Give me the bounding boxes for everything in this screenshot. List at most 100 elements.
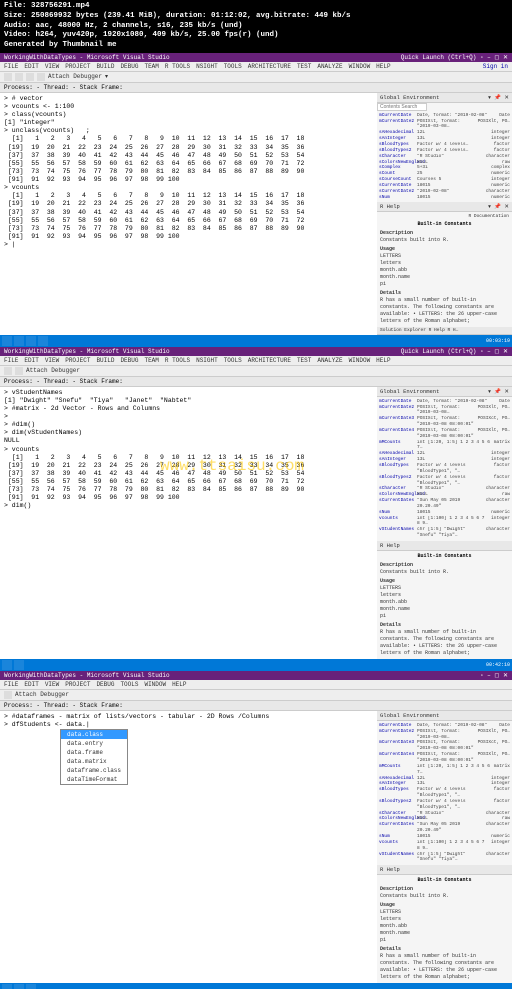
- menu-item[interactable]: DEBUG: [120, 63, 138, 70]
- attach-debugger-button[interactable]: Attach Debugger: [15, 691, 69, 698]
- env-row[interactable]: mCurrentDate3POSIXct, format: "2019-03-0…: [379, 740, 510, 752]
- menu-item[interactable]: FILE: [4, 63, 18, 70]
- env-row[interactable]: mMCountsint [1:20, 1:5] 1 2 3 4 5 6 7…ma…: [379, 764, 510, 776]
- start-button[interactable]: [2, 336, 12, 346]
- taskbar: 00:42:10: [0, 659, 512, 671]
- env-search[interactable]: [377, 103, 427, 111]
- r-console[interactable]: > #dataframes - matrix of lists/vectors …: [0, 711, 377, 983]
- clock: 00:03:19: [486, 338, 510, 344]
- autocomplete-item[interactable]: dataTimeFormat: [61, 775, 127, 784]
- taskbar-app[interactable]: [14, 336, 24, 346]
- env-row[interactable]: vcountsint [1:100] 1 2 3 4 5 6 7 8 9…int…: [379, 840, 510, 852]
- taskbar-app[interactable]: [26, 984, 36, 989]
- menu-item[interactable]: TEST: [297, 357, 311, 364]
- bottom-tabs[interactable]: Solution Explorer R Help R H…: [377, 327, 512, 335]
- env-row[interactable]: sBloodTypesFactor w/ 4 levels "BloodType…: [379, 463, 510, 475]
- menu-item[interactable]: TEST: [297, 63, 311, 70]
- menu-item[interactable]: ARCHITECTURE: [248, 357, 291, 364]
- save-icon[interactable]: [4, 691, 12, 699]
- titlebar-right: Quick Launch (Ctrl+Q) ▫ – ◻ ✕: [401, 348, 508, 355]
- help-header: R Help: [377, 865, 512, 875]
- save-icon[interactable]: [15, 367, 23, 375]
- menu-item[interactable]: EDIT: [24, 357, 38, 364]
- autocomplete-item[interactable]: data.frame: [61, 748, 127, 757]
- titlebar-right: Quick Launch (Ctrl+Q) ▫ – ◻ ✕: [401, 54, 508, 61]
- menu-item[interactable]: R TOOLS: [165, 63, 190, 70]
- ide-window-2: WorkingWithDataTypes - Microsoft Visual …: [0, 347, 512, 659]
- menu-item[interactable]: WINDOW: [144, 681, 166, 688]
- taskbar-app[interactable]: [14, 984, 24, 989]
- forward-icon[interactable]: [15, 73, 23, 81]
- menu-item[interactable]: WINDOW: [349, 357, 371, 364]
- taskbar-app[interactable]: [26, 336, 36, 346]
- env-row[interactable]: mMCountsint [1:20, 1:5] 1 2 3 4 5 6 7…ma…: [379, 440, 510, 452]
- menu-item[interactable]: TEAM: [144, 63, 158, 70]
- env-row[interactable]: mCurrentDate4POSIXlt, format: "2019-03-0…: [379, 752, 510, 764]
- env-row[interactable]: mCurrentDate4POSIXlt, format: "2019-03-0…: [379, 428, 510, 440]
- env-grid: mCurrentDateDate, format: "2019-02-08"Da…: [377, 111, 512, 203]
- menu-item[interactable]: WINDOW: [349, 63, 371, 70]
- autocomplete-item[interactable]: data.entry: [61, 739, 127, 748]
- r-console[interactable]: > # vector > vcounts <- 1:100 > class(vc…: [0, 93, 377, 335]
- env-row[interactable]: sCurrentDates"Sun May 05 2019 20.20.49"c…: [379, 822, 510, 834]
- menu-item[interactable]: FILE: [4, 357, 18, 364]
- menu-item[interactable]: BUILD: [96, 63, 114, 70]
- autocomplete-item[interactable]: dataframe.class: [61, 766, 127, 775]
- menu-item[interactable]: NSIGHT: [196, 63, 218, 70]
- menu-item[interactable]: EDIT: [24, 63, 38, 70]
- env-row[interactable]: sBloodTypesFactor w/ 4 levels "BloodType…: [379, 787, 510, 799]
- menu-item[interactable]: NSIGHT: [196, 357, 218, 364]
- menu-item[interactable]: HELP: [376, 63, 390, 70]
- autocomplete-item[interactable]: data.class: [61, 730, 127, 739]
- menu-item[interactable]: ANALYZE: [317, 63, 342, 70]
- menu-item[interactable]: HELP: [172, 681, 186, 688]
- menu-item[interactable]: VIEW: [45, 63, 59, 70]
- env-row[interactable]: sNum18015numeric: [379, 195, 510, 201]
- start-button[interactable]: [2, 984, 12, 989]
- menu-item[interactable]: DEBUG: [120, 357, 138, 364]
- menu-item[interactable]: TOOLS: [120, 681, 138, 688]
- menu-item[interactable]: EDIT: [24, 681, 38, 688]
- env-row[interactable]: sBloodTypes2Factor w/ 4 levels "BloodTyp…: [379, 799, 510, 811]
- menu-item[interactable]: VIEW: [45, 357, 59, 364]
- env-row[interactable]: vcountsint [1:100] 1 2 3 4 5 6 7 8 9…int…: [379, 516, 510, 528]
- ide-window-3: WorkingWithDataTypes - Microsoft Visual …: [0, 671, 512, 983]
- taskbar: [0, 983, 512, 989]
- r-console[interactable]: > vStudentNames [1] "Dwight" "Snefu" "Ti…: [0, 387, 377, 659]
- menu-item[interactable]: TEAM: [144, 357, 158, 364]
- save-icon[interactable]: [26, 73, 34, 81]
- menu-item[interactable]: PROJECT: [65, 681, 90, 688]
- menu-item[interactable]: DEBUG: [96, 681, 114, 688]
- menu-item[interactable]: PROJECT: [65, 63, 90, 70]
- sign-in-link[interactable]: Sign in: [483, 63, 508, 70]
- env-row[interactable]: vStudentNameschr [1:5] "Dwight" "Snefu" …: [379, 852, 510, 864]
- env-row[interactable]: mCurrentDate2POSIXlt, format: "2019-03-0…: [379, 119, 510, 131]
- env-row[interactable]: vStudentNameschr [1:5] "Dwight" "Snefu" …: [379, 527, 510, 539]
- menu-item[interactable]: BUILD: [96, 357, 114, 364]
- autocomplete-popup[interactable]: data.class data.entry data.frame data.ma…: [60, 729, 128, 785]
- attach-debugger-button[interactable]: Attach Debugger: [26, 367, 80, 374]
- attach-debugger-button[interactable]: Attach Debugger: [48, 73, 102, 80]
- back-icon[interactable]: [4, 367, 12, 375]
- menu-item[interactable]: R TOOLS: [165, 357, 190, 364]
- menu-item[interactable]: ANALYZE: [317, 357, 342, 364]
- help-usage-h: Usage: [380, 246, 509, 253]
- autocomplete-item[interactable]: data.matrix: [61, 757, 127, 766]
- env-row[interactable]: mCurrentDate2POSIXlt, format: "2019-03-0…: [379, 729, 510, 741]
- env-row[interactable]: sCurrentDates"Sun May 05 2019 20.20.49"c…: [379, 498, 510, 510]
- menu-item[interactable]: FILE: [4, 681, 18, 688]
- start-button[interactable]: [2, 660, 12, 670]
- menu-item[interactable]: PROJECT: [65, 357, 90, 364]
- env-row[interactable]: mCurrentDate2POSIXlt, format: "2019-03-0…: [379, 405, 510, 417]
- menu-item[interactable]: TOOLS: [224, 63, 242, 70]
- menu-item[interactable]: HELP: [376, 357, 390, 364]
- menu-item[interactable]: TOOLS: [224, 357, 242, 364]
- menu-item[interactable]: VIEW: [45, 681, 59, 688]
- undo-icon[interactable]: [37, 73, 45, 81]
- back-icon[interactable]: [4, 73, 12, 81]
- env-row[interactable]: mCurrentDate3POSIXct, format: "2019-03-0…: [379, 416, 510, 428]
- taskbar-app[interactable]: [38, 336, 48, 346]
- taskbar-app[interactable]: [14, 660, 24, 670]
- env-row[interactable]: sBloodTypes2Factor w/ 4 levels "BloodTyp…: [379, 475, 510, 487]
- menu-item[interactable]: ARCHITECTURE: [248, 63, 291, 70]
